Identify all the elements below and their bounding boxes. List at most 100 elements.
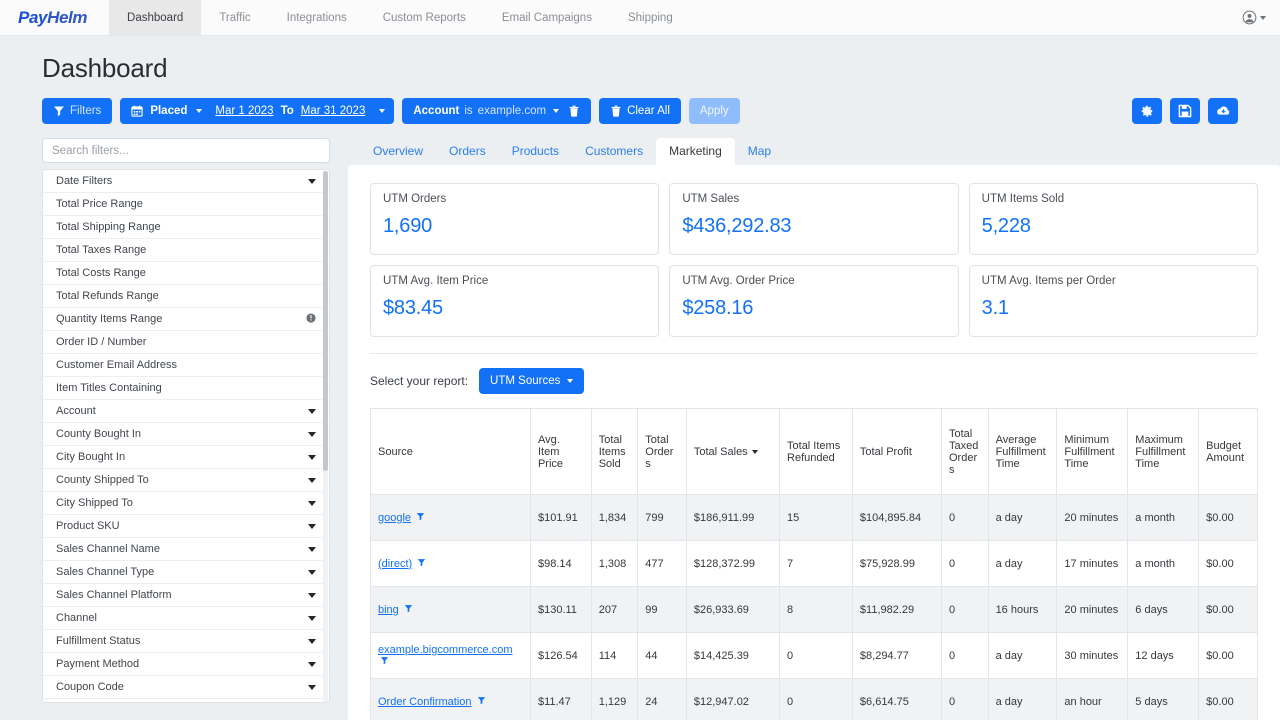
table-cell-total-taxed-orders: 0 [942, 495, 989, 541]
source-link[interactable]: Order Confirmation [378, 696, 472, 708]
search-filters-field[interactable] [42, 138, 330, 163]
filters-button[interactable]: Filters [42, 98, 112, 124]
apply-label: Apply [700, 105, 729, 117]
chevron-down-icon[interactable] [308, 524, 316, 529]
apply-button[interactable]: Apply [689, 98, 740, 124]
source-link[interactable]: (direct) [378, 558, 412, 570]
filter-row-fulfillment-status[interactable]: Fulfillment Status [43, 630, 329, 653]
filter-row-total-taxes-range[interactable]: Total Taxes Range [43, 239, 329, 262]
filter-row-total-shipping-range[interactable]: Total Shipping Range [43, 216, 329, 239]
chevron-down-icon[interactable] [308, 547, 316, 552]
chevron-down-icon[interactable] [308, 593, 316, 598]
clear-all-button[interactable]: Clear All [599, 98, 681, 124]
filter-row-item-titles-containing[interactable]: Item Titles Containing [43, 377, 329, 400]
remove-account-filter-button[interactable] [564, 105, 580, 117]
filter-row-total-price-range[interactable]: Total Price Range [43, 193, 329, 216]
filter-row-total-costs-range[interactable]: Total Costs Range [43, 262, 329, 285]
tab-orders[interactable]: Orders [436, 138, 499, 165]
nav-item-traffic[interactable]: Traffic [201, 0, 268, 35]
table-cell-total-sales: $186,911.99 [686, 495, 779, 541]
tab-products[interactable]: Products [499, 138, 572, 165]
filter-row-coupon-code[interactable]: Coupon Code [43, 676, 329, 699]
tab-marketing[interactable]: Marketing [656, 138, 735, 165]
table-header-cell[interactable]: Total Items Sold [591, 409, 638, 495]
table-header-cell[interactable]: Total Items Refunded [780, 409, 853, 495]
nav-item-dashboard[interactable]: Dashboard [109, 0, 201, 35]
save-report-button[interactable] [1170, 98, 1200, 124]
filter-row-county-bought-in[interactable]: County Bought In [43, 423, 329, 446]
funnel-icon[interactable] [416, 512, 425, 521]
chevron-down-icon[interactable] [308, 179, 316, 184]
chevron-down-icon[interactable] [379, 109, 385, 113]
sidebar-scrollbar-thumb[interactable] [323, 171, 328, 471]
chevron-down-icon[interactable] [308, 570, 316, 575]
nav-item-integrations[interactable]: Integrations [269, 0, 365, 35]
tab-customers[interactable]: Customers [572, 138, 656, 165]
date-to[interactable]: Mar 31 2023 [301, 105, 366, 117]
filter-row-tax-exempt-category[interactable]: Tax Exempt Category [43, 699, 329, 703]
table-header-cell[interactable]: Average Fulfillment Time [988, 409, 1057, 495]
source-link[interactable]: google [378, 512, 411, 524]
tab-map[interactable]: Map [735, 138, 784, 165]
filter-row-product-sku[interactable]: Product SKU [43, 515, 329, 538]
account-filter-pill[interactable]: Account is example.com [402, 98, 591, 124]
table-header-cell[interactable]: Maximum Fulfillment Time [1128, 409, 1199, 495]
filter-row-sales-channel-platform[interactable]: Sales Channel Platform [43, 584, 329, 607]
chevron-down-icon[interactable] [308, 662, 316, 667]
chevron-down-icon[interactable] [553, 109, 559, 113]
chevron-down-icon[interactable] [308, 409, 316, 414]
nav-item-email-campaigns[interactable]: Email Campaigns [484, 0, 610, 35]
nav-item-shipping[interactable]: Shipping [610, 0, 691, 35]
filter-row-city-bought-in[interactable]: City Bought In [43, 446, 329, 469]
filter-row-date-filters[interactable]: Date Filters [43, 170, 329, 193]
funnel-icon[interactable] [417, 558, 426, 567]
date-from[interactable]: Mar 1 2023 [215, 105, 273, 117]
date-filter-pill[interactable]: Placed Mar 1 2023 To Mar 31 2023 [120, 98, 394, 124]
filter-row-sales-channel-name[interactable]: Sales Channel Name [43, 538, 329, 561]
funnel-icon[interactable] [380, 656, 389, 665]
table-header-cell[interactable]: Total Orders [638, 409, 687, 495]
chevron-down-icon[interactable] [308, 685, 316, 690]
brand-logo[interactable]: PayHelm [0, 0, 109, 35]
chevron-down-icon[interactable] [308, 455, 316, 460]
table-header-cell[interactable]: Total Profit [852, 409, 941, 495]
info-icon[interactable] [306, 313, 316, 326]
table-header-cell[interactable]: Minimum Fulfillment Time [1057, 409, 1128, 495]
filter-row-sales-channel-type[interactable]: Sales Channel Type [43, 561, 329, 584]
table-header-cell[interactable]: Budget Amount [1199, 409, 1258, 495]
chevron-down-icon[interactable] [308, 478, 316, 483]
report-selector-button[interactable]: UTM Sources [479, 368, 584, 394]
filter-row-city-shipped-to[interactable]: City Shipped To [43, 492, 329, 515]
filter-row-customer-email-address[interactable]: Customer Email Address [43, 354, 329, 377]
tab-label: Marketing [669, 144, 722, 158]
nav-item-custom-reports[interactable]: Custom Reports [365, 0, 484, 35]
page-title: Dashboard [0, 36, 1280, 84]
table-header-cell[interactable]: Total Sales [686, 409, 779, 495]
source-link[interactable]: bing [378, 604, 399, 616]
funnel-icon[interactable] [404, 604, 413, 613]
chevron-down-icon[interactable] [308, 501, 316, 506]
account-menu[interactable] [1242, 0, 1280, 35]
table-header-cell[interactable]: Total Taxed Orders [942, 409, 989, 495]
settings-button[interactable] [1132, 98, 1162, 124]
filter-row-payment-method[interactable]: Payment Method [43, 653, 329, 676]
filter-row-channel[interactable]: Channel [43, 607, 329, 630]
chevron-down-icon[interactable] [308, 432, 316, 437]
filter-row-order-id-number[interactable]: Order ID / Number [43, 331, 329, 354]
sort-descending-icon[interactable] [752, 450, 758, 454]
filter-row-quantity-items-range[interactable]: Quantity Items Range [43, 308, 329, 331]
search-input[interactable] [52, 145, 320, 157]
table-header-cell[interactable]: Avg. Item Price [530, 409, 591, 495]
funnel-icon[interactable] [477, 696, 486, 705]
table-header-cell[interactable]: Source [371, 409, 531, 495]
chevron-down-icon[interactable] [308, 639, 316, 644]
source-link[interactable]: example.bigcommerce.com [378, 644, 513, 656]
chevron-down-icon[interactable] [308, 616, 316, 621]
filter-row-account[interactable]: Account [43, 400, 329, 423]
download-button[interactable] [1208, 98, 1238, 124]
filter-row-total-refunds-range[interactable]: Total Refunds Range [43, 285, 329, 308]
filter-row-county-shipped-to[interactable]: County Shipped To [43, 469, 329, 492]
chevron-down-icon[interactable] [196, 109, 202, 113]
tab-overview[interactable]: Overview [360, 138, 436, 165]
table-header-row: SourceAvg. Item PriceTotal Items SoldTot… [371, 409, 1258, 495]
